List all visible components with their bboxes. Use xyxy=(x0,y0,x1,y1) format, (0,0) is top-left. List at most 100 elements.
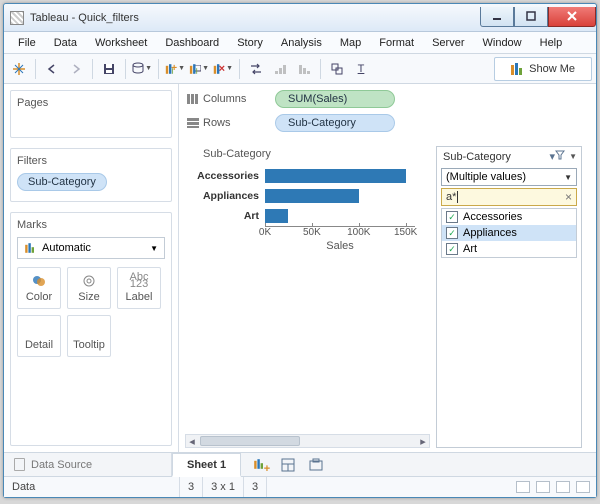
save-button[interactable] xyxy=(98,58,120,80)
minimize-button[interactable] xyxy=(480,7,514,27)
checkbox-icon[interactable]: ✓ xyxy=(446,211,458,223)
menu-file[interactable]: File xyxy=(10,35,44,51)
tooltip-icon xyxy=(81,321,97,337)
filter-item-list: ✓Accessories✓Appliances✓Art xyxy=(441,208,577,258)
checkbox-icon[interactable]: ✓ xyxy=(446,243,458,255)
filter-menu-icon[interactable]: ▼ xyxy=(569,152,577,161)
new-worksheet-button[interactable]: +▼ xyxy=(164,58,186,80)
columns-shelf[interactable]: Columns SUM(Sales) xyxy=(187,90,588,108)
checkbox-icon[interactable]: ✓ xyxy=(446,227,458,239)
pages-shelf[interactable]: Pages xyxy=(10,90,172,138)
new-worksheet-tab-icon[interactable]: + xyxy=(253,458,267,472)
marks-label-button[interactable]: Abc123 Label xyxy=(117,267,161,309)
view-icon-1[interactable] xyxy=(516,481,530,493)
mark-type-label: Automatic xyxy=(42,242,91,254)
duplicate-sheet-button[interactable]: ▼ xyxy=(188,58,210,80)
window-controls xyxy=(480,9,596,27)
rows-pill-subcategory[interactable]: Sub-Category xyxy=(275,114,395,132)
menu-server[interactable]: Server xyxy=(424,35,472,51)
menu-map[interactable]: Map xyxy=(332,35,369,51)
text-cursor xyxy=(457,191,458,203)
show-me-button[interactable]: Show Me xyxy=(494,57,592,81)
columns-pill-sum-sales[interactable]: SUM(Sales) xyxy=(275,90,395,108)
data-source-tab[interactable]: Data Source xyxy=(4,453,172,476)
status-view-icons xyxy=(516,481,596,493)
detail-icon xyxy=(31,321,47,337)
filters-title: Filters xyxy=(17,155,165,167)
menu-worksheet[interactable]: Worksheet xyxy=(87,35,155,51)
horizontal-scrollbar[interactable]: ◂ ▸ xyxy=(185,434,430,448)
menu-data[interactable]: Data xyxy=(46,35,85,51)
menu-dashboard[interactable]: Dashboard xyxy=(157,35,227,51)
back-button[interactable] xyxy=(41,58,63,80)
text-table-button[interactable]: T xyxy=(350,58,372,80)
menu-analysis[interactable]: Analysis xyxy=(273,35,330,51)
filter-search-input[interactable]: a* × xyxy=(441,188,577,206)
view-area: Columns SUM(Sales) Rows Sub-Category Sub… xyxy=(179,84,596,452)
filter-item[interactable]: ✓Appliances xyxy=(442,225,576,241)
view-icon-4[interactable] xyxy=(576,481,590,493)
filter-value-select[interactable]: (Multiple values) ▼ xyxy=(441,168,577,186)
clear-sheet-button[interactable]: ×▼ xyxy=(212,58,234,80)
forward-button[interactable] xyxy=(65,58,87,80)
view-icon-3[interactable] xyxy=(556,481,570,493)
filter-item[interactable]: ✓Accessories xyxy=(442,209,576,225)
bar[interactable] xyxy=(265,169,406,183)
view-icon-2[interactable] xyxy=(536,481,550,493)
columns-icon xyxy=(187,94,199,104)
size-icon xyxy=(81,273,97,289)
filter-funnel-icon[interactable]: ▾ xyxy=(550,150,566,163)
filter-item[interactable]: ✓Art xyxy=(442,241,576,257)
tableau-logo-icon[interactable] xyxy=(8,58,30,80)
toolbar: ▼ +▼ ▼ ×▼ T Show Me xyxy=(4,54,596,84)
quick-filter-card: Sub-Category ▾ ▼ (Multiple values) ▼ a* … xyxy=(436,146,582,448)
close-button[interactable] xyxy=(548,7,596,27)
menu-format[interactable]: Format xyxy=(371,35,422,51)
chevron-down-icon: ▼ xyxy=(564,173,572,182)
bar-label: Accessories xyxy=(185,170,265,182)
rows-shelf[interactable]: Rows Sub-Category xyxy=(187,114,588,132)
new-story-tab-icon[interactable] xyxy=(309,458,323,472)
bar[interactable] xyxy=(265,189,359,203)
menu-window[interactable]: Window xyxy=(475,35,530,51)
status-data-label: Data xyxy=(4,477,180,497)
sort-desc-button[interactable] xyxy=(293,58,315,80)
marks-size-button[interactable]: Size xyxy=(67,267,111,309)
filters-shelf[interactable]: Filters Sub-Category xyxy=(10,148,172,202)
main-area: Pages Filters Sub-Category Marks Automat… xyxy=(4,84,596,453)
menu-story[interactable]: Story xyxy=(229,35,271,51)
swap-button[interactable] xyxy=(245,58,267,80)
sheet-tab-1[interactable]: Sheet 1 xyxy=(172,453,241,477)
app-icon xyxy=(10,11,24,25)
mark-type-select[interactable]: Automatic ▼ xyxy=(17,237,165,259)
status-dimensions: 3 x 1 xyxy=(203,477,244,497)
maximize-button[interactable] xyxy=(514,7,548,27)
marks-tooltip-button[interactable]: Tooltip xyxy=(67,315,111,357)
clear-search-icon[interactable]: × xyxy=(565,191,572,203)
show-me-label: Show Me xyxy=(529,63,575,75)
filter-pill-subcategory[interactable]: Sub-Category xyxy=(17,173,107,191)
axis-title: Sales xyxy=(265,240,415,252)
app-window: Tableau - Quick_filters File Data Worksh… xyxy=(3,3,597,498)
axis-tick-label: 150K xyxy=(394,227,417,238)
marks-card: Marks Automatic ▼ Color Size xyxy=(10,212,172,446)
axis-tick-label: 50K xyxy=(303,227,321,238)
status-marks: 3 xyxy=(180,477,203,497)
bar-label: Appliances xyxy=(185,190,265,202)
chart-header: Sub-Category xyxy=(203,148,271,160)
data-source-button[interactable]: ▼ xyxy=(131,58,153,80)
bar[interactable] xyxy=(265,209,288,223)
scroll-right-icon[interactable]: ▸ xyxy=(417,435,429,448)
automatic-icon xyxy=(25,243,35,253)
marks-detail-button[interactable]: Detail xyxy=(17,315,61,357)
menubar: File Data Worksheet Dashboard Story Anal… xyxy=(4,32,596,54)
menu-help[interactable]: Help xyxy=(532,35,571,51)
new-dashboard-tab-icon[interactable] xyxy=(281,458,295,472)
label-icon: Abc123 xyxy=(131,273,147,289)
scroll-thumb[interactable] xyxy=(200,436,300,446)
scroll-left-icon[interactable]: ◂ xyxy=(186,435,198,448)
sort-asc-button[interactable] xyxy=(269,58,291,80)
status-sum: 3 xyxy=(244,477,267,497)
group-button[interactable] xyxy=(326,58,348,80)
marks-color-button[interactable]: Color xyxy=(17,267,61,309)
